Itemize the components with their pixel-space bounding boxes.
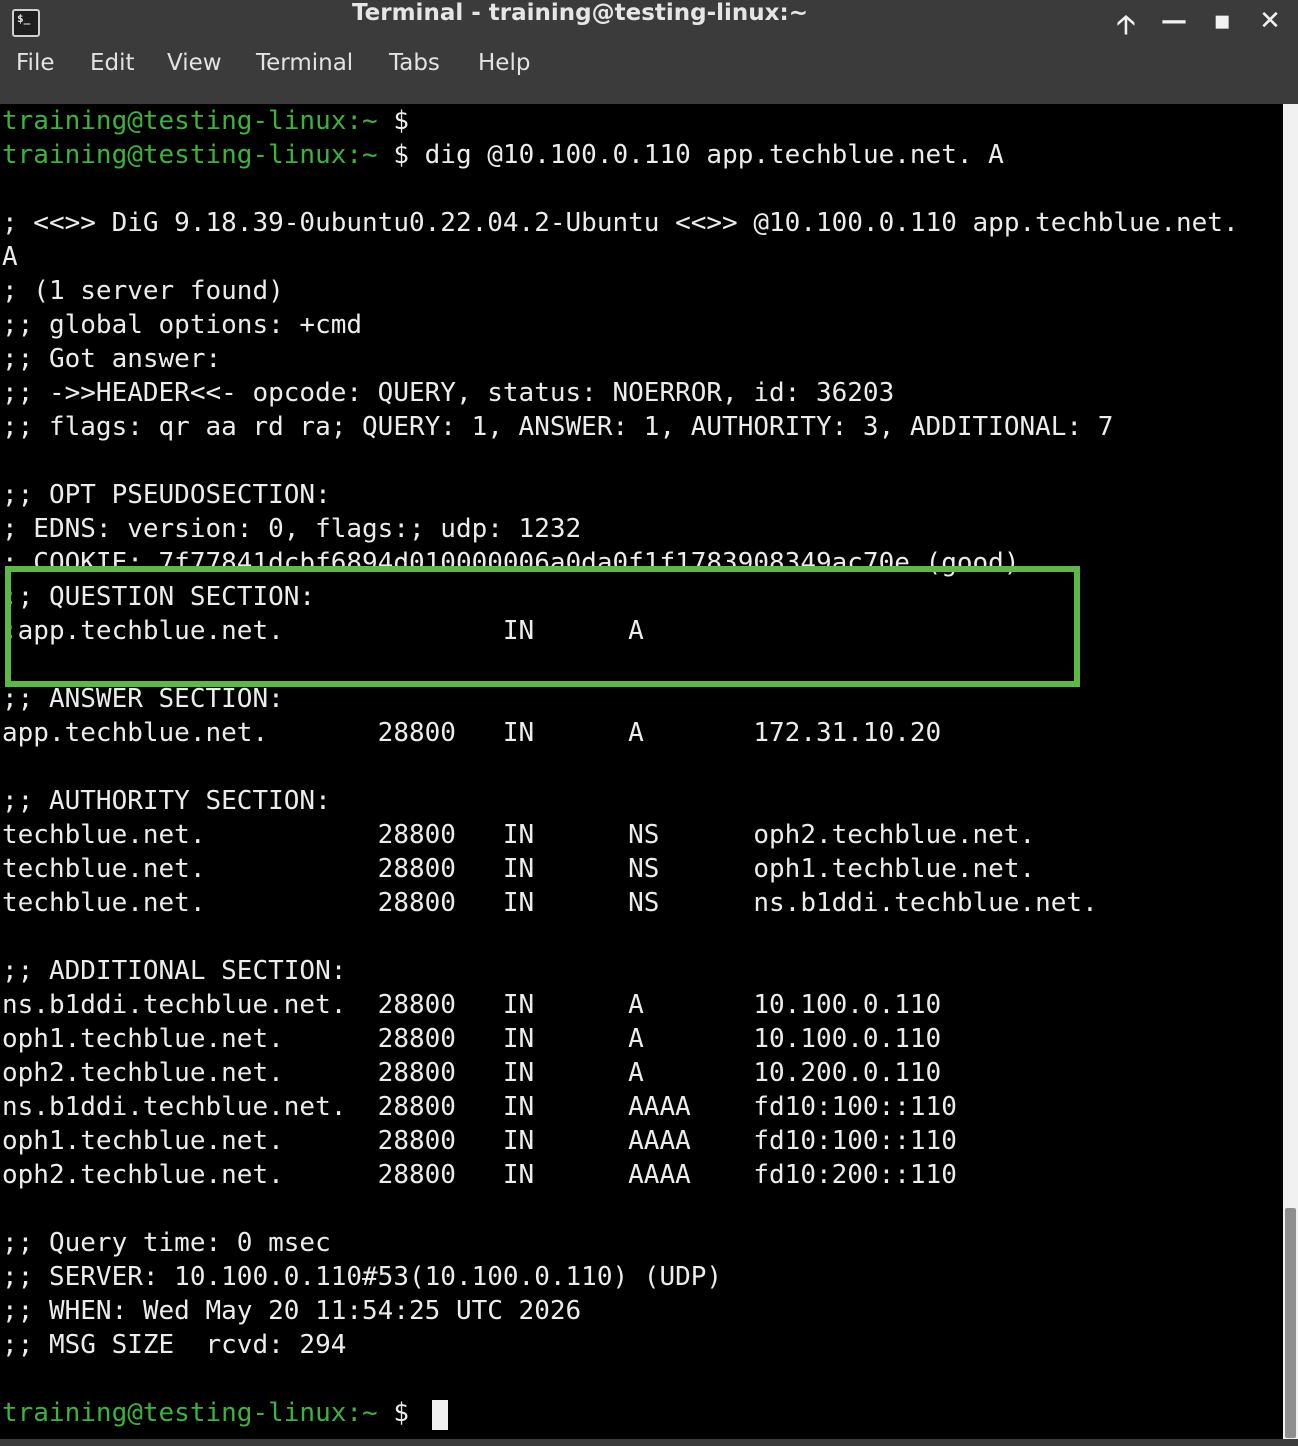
- output-line: oph2.techblue.net. 28800 IN A 10.200.0.1…: [2, 1058, 942, 1088]
- output-line: techblue.net. 28800 IN NS oph2.techblue.…: [2, 820, 1036, 850]
- window-bottom-border: [0, 1439, 1298, 1446]
- output-line: ;; global options: +cmd: [2, 310, 363, 340]
- output-line: oph1.techblue.net. 28800 IN A 10.100.0.1…: [2, 1024, 942, 1054]
- scrollbar-thumb[interactable]: [1285, 1208, 1296, 1438]
- window-title: Terminal - training@testing-linux:~: [352, 0, 808, 26]
- prompt-symbol: $: [377, 1398, 409, 1428]
- output-line: oph1.techblue.net. 28800 IN AAAA fd10:10…: [2, 1126, 957, 1156]
- terminal-output-area[interactable]: training@testing-linux:~ $ training@test…: [0, 104, 1283, 1446]
- answer-section-highlight-box: [5, 566, 1080, 687]
- prompt-path: :~: [346, 106, 378, 136]
- output-line: ns.b1ddi.techblue.net. 28800 IN AAAA fd1…: [2, 1092, 957, 1122]
- menu-view[interactable]: View: [167, 50, 222, 104]
- prompt-path: :~: [346, 1398, 378, 1428]
- menu-file[interactable]: File: [16, 50, 55, 104]
- close-button[interactable]: ✕: [1252, 6, 1288, 42]
- output-line: A: [2, 242, 18, 272]
- menu-tabs[interactable]: Tabs: [389, 50, 440, 104]
- title-bar[interactable]: $_ Terminal - training@testing-linux:~ 🡡…: [0, 0, 1298, 50]
- command-text: [409, 1398, 425, 1428]
- output-line: techblue.net. 28800 IN NS oph1.techblue.…: [2, 854, 1036, 884]
- command-text: dig @10.100.0.110 app.techblue.net. A: [409, 140, 1004, 170]
- prompt-path: :~: [346, 140, 378, 170]
- output-line: ; <<>> DiG 9.18.39-0ubuntu0.22.04.2-Ubun…: [2, 208, 1239, 238]
- prompt-line: training@testing-linux:~ $ dig @10.100.0…: [2, 140, 1004, 174]
- terminal-window: $_ Terminal - training@testing-linux:~ 🡡…: [0, 0, 1298, 1446]
- prompt-symbol: $: [377, 140, 409, 170]
- menu-help[interactable]: Help: [478, 50, 530, 104]
- text-cursor: [432, 1400, 448, 1430]
- output-line: ;; Got answer:: [2, 344, 222, 374]
- output-line: ;; Query time: 0 msec: [2, 1228, 331, 1258]
- prompt-user-host: training@testing-linux: [2, 140, 347, 170]
- output-line: ;; ->>HEADER<<- opcode: QUERY, status: N…: [2, 378, 895, 408]
- prompt-symbol: $: [377, 106, 409, 136]
- output-line: oph2.techblue.net. 28800 IN AAAA fd10:20…: [2, 1160, 957, 1190]
- output-line: ;; ADDITIONAL SECTION:: [2, 956, 347, 986]
- output-line: ;; MSG SIZE rcvd: 294: [2, 1330, 347, 1360]
- menu-edit[interactable]: Edit: [90, 50, 135, 104]
- output-line: ;; AUTHORITY SECTION:: [2, 786, 331, 816]
- output-line: ; EDNS: version: 0, flags:; udp: 1232: [2, 514, 582, 544]
- answer-section-header: ;; ANSWER SECTION:: [2, 684, 284, 714]
- prompt-user-host: training@testing-linux: [2, 1398, 347, 1428]
- maximize-button[interactable]: ▪: [1204, 6, 1240, 42]
- menu-bar: File Edit View Terminal Tabs Help: [0, 50, 1298, 104]
- output-line: ;; SERVER: 10.100.0.110#53(10.100.0.110)…: [2, 1262, 723, 1292]
- prompt-line: training@testing-linux:~ $: [2, 106, 409, 140]
- output-line: ; (1 server found): [2, 276, 284, 306]
- current-prompt-line[interactable]: training@testing-linux:~ $: [2, 1398, 425, 1432]
- output-line: ;; WHEN: Wed May 20 11:54:25 UTC 2026: [2, 1296, 582, 1326]
- output-line: techblue.net. 28800 IN NS ns.b1ddi.techb…: [2, 888, 1098, 918]
- output-line: ;; flags: qr aa rd ra; QUERY: 1, ANSWER:…: [2, 412, 1114, 442]
- menu-terminal[interactable]: Terminal: [256, 50, 353, 104]
- output-line: ;; OPT PSEUDOSECTION:: [2, 480, 331, 510]
- minimize-button[interactable]: —: [1156, 6, 1192, 42]
- prompt-user-host: training@testing-linux: [2, 106, 347, 136]
- answer-record: app.techblue.net. 28800 IN A 172.31.10.2…: [2, 718, 942, 748]
- output-line: ns.b1ddi.techblue.net. 28800 IN A 10.100…: [2, 990, 942, 1020]
- maximize-up-button[interactable]: 🡡: [1108, 6, 1144, 42]
